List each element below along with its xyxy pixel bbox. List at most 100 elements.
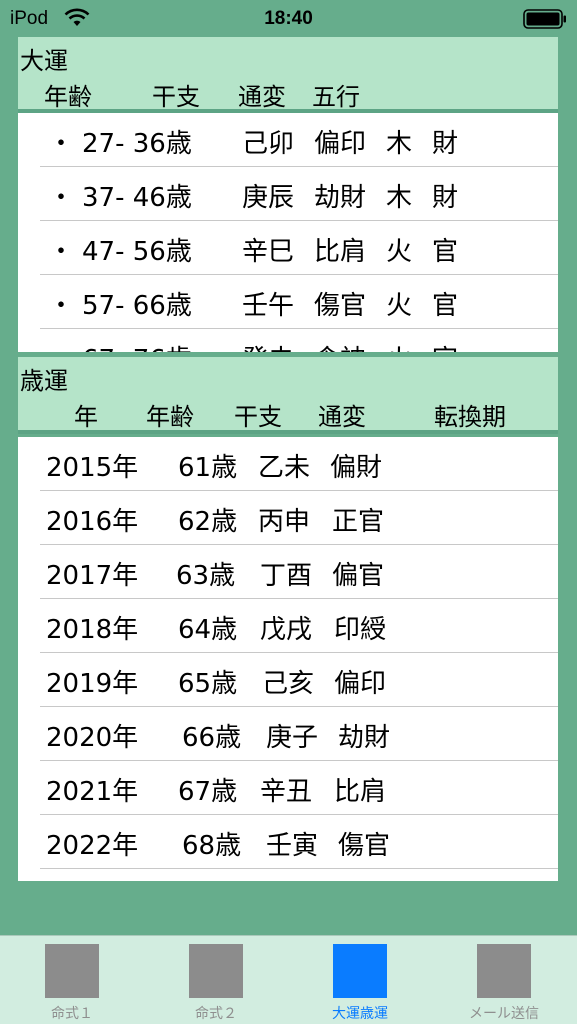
tab-taiun-saiun[interactable]: 大運歳運 — [288, 936, 432, 1024]
tab-label: メール送信 — [469, 1006, 539, 1022]
row-tsuhen: 正官 — [332, 507, 385, 537]
tab-mail-send[interactable]: メール送信 — [432, 936, 576, 1024]
row-tsuhen: 劫財 — [314, 183, 367, 213]
row-category: 官 — [432, 291, 459, 321]
row-tsuhen: 偏印 — [334, 669, 387, 699]
row-bullet: ・ — [48, 291, 75, 321]
tab-label: 命式１ — [51, 1006, 93, 1022]
row-year: 2016年 — [46, 507, 139, 537]
row-kanshi: 壬午 — [242, 291, 295, 321]
saiun-row[interactable]: 2019年 65歳 己亥 偏印 — [18, 653, 558, 707]
taiun-row[interactable]: ・ 67- 76歳 癸未 食神 火 官 — [18, 329, 558, 352]
row-tsuhen: 比肩 — [314, 237, 367, 267]
saiun-col-age: 年齢 — [146, 403, 194, 431]
taiun-row[interactable]: ・ 57- 66歳 壬午 傷官 火 官 — [18, 275, 558, 329]
row-gogyo: 木 — [386, 129, 413, 159]
row-kanshi: 庚子 — [266, 723, 319, 753]
row-tsuhen: 劫財 — [338, 723, 391, 753]
saiun-row[interactable]: 2015年 61歳 乙未 偏財 — [18, 437, 558, 491]
row-year: 2021年 — [46, 777, 139, 807]
row-gogyo: 火 — [386, 291, 413, 321]
taiun-list[interactable]: ・ 27- 36歳 己卯 偏印 木 財 ・ 37- 46歳 庚辰 劫財 木 財 … — [18, 113, 558, 352]
row-kanshi: 丙申 — [258, 507, 311, 537]
row-gogyo: 火 — [386, 237, 413, 267]
row-age: 67- 76歳 — [82, 339, 192, 352]
tab-bar: 命式１ 命式２ 大運歳運 メール送信 — [0, 935, 577, 1024]
status-bar: iPod 18:40 — [0, 0, 577, 36]
saiun-row[interactable]: 2016年 62歳 丙申 正官 — [18, 491, 558, 545]
taiun-col-gogyo: 五行 — [312, 83, 360, 111]
saiun-col-turning-point: 転換期 — [434, 403, 506, 431]
row-bullet: ・ — [48, 129, 75, 159]
row-age: 67歳 — [178, 777, 238, 807]
row-tsuhen: 傷官 — [314, 291, 367, 321]
saiun-list[interactable]: 2015年 61歳 乙未 偏財 2016年 62歳 丙申 正官 2017年 63… — [18, 437, 558, 881]
row-category: 財 — [432, 183, 459, 213]
saiun-col-kanshi: 干支 — [234, 403, 282, 431]
row-gogyo: 木 — [386, 183, 413, 213]
row-year: 2020年 — [46, 723, 139, 753]
row-year: 2022年 — [46, 831, 139, 861]
row-kanshi: 癸未 — [242, 339, 294, 352]
row-year: 2019年 — [46, 669, 139, 699]
row-year: 2015年 — [46, 453, 139, 483]
saiun-col-tsuhen: 通変 — [318, 403, 366, 431]
row-kanshi: 乙未 — [258, 453, 311, 483]
row-age: 66歳 — [182, 723, 242, 753]
row-bullet: ・ — [48, 237, 75, 267]
row-tsuhen: 傷官 — [338, 831, 391, 861]
tab-meishiki-2[interactable]: 命式２ — [144, 936, 288, 1024]
taiun-row[interactable]: ・ 47- 56歳 辛巳 比肩 火 官 — [18, 221, 558, 275]
row-age: 62歳 — [178, 507, 238, 537]
row-bullet: ・ — [48, 183, 75, 213]
row-tsuhen: 偏官 — [332, 561, 385, 591]
row-age: 63歳 — [176, 561, 236, 591]
row-tsuhen: 比肩 — [334, 777, 387, 807]
row-kanshi: 庚辰 — [242, 183, 295, 213]
saiun-header: 歳運 年 年齢 干支 通変 転換期 — [18, 357, 558, 434]
mail-send-tab-icon — [477, 944, 531, 998]
taiun-row[interactable]: ・ 27- 36歳 己卯 偏印 木 財 — [18, 113, 558, 167]
row-age: 65歳 — [178, 669, 238, 699]
row-tsuhen: 偏財 — [330, 453, 383, 483]
row-year: 2017年 — [46, 561, 139, 591]
row-year: 2018年 — [46, 615, 139, 645]
row-kanshi: 壬寅 — [266, 831, 319, 861]
row-category: 官 — [432, 237, 459, 267]
taiun-title: 大運 — [20, 47, 68, 75]
row-category: 財 — [432, 129, 459, 159]
row-kanshi: 丁酉 — [260, 561, 313, 591]
row-bullet: ・ — [48, 339, 74, 352]
row-age: 47- 56歳 — [82, 237, 192, 267]
row-kanshi: 辛巳 — [242, 237, 295, 267]
saiun-row[interactable]: 2021年 67歳 辛丑 比肩 — [18, 761, 558, 815]
tab-meishiki-1[interactable]: 命式１ — [0, 936, 144, 1024]
saiun-title: 歳運 — [20, 367, 68, 395]
saiun-row[interactable]: 2018年 64歳 戊戌 印綬 — [18, 599, 558, 653]
saiun-row[interactable]: 2017年 63歳 丁酉 偏官 — [18, 545, 558, 599]
row-tsuhen: 食神 — [314, 339, 366, 352]
row-tsuhen: 印綬 — [334, 615, 387, 645]
row-age: 27- 36歳 — [82, 129, 192, 159]
row-divider — [40, 868, 558, 869]
taiun-col-kanshi: 干支 — [152, 83, 200, 111]
taiun-col-age: 年齢 — [44, 83, 92, 111]
taiun-header: 大運 年齢 干支 通変 五行 — [18, 37, 558, 113]
saiun-row[interactable]: 2020年 66歳 庚子 劫財 — [18, 707, 558, 761]
row-kanshi: 辛丑 — [260, 777, 313, 807]
taiun-saiun-tab-icon — [333, 944, 387, 998]
row-age: 68歳 — [182, 831, 242, 861]
saiun-row[interactable]: 2022年 68歳 壬寅 傷官 — [18, 815, 558, 869]
taiun-col-tsuhen: 通変 — [238, 83, 286, 111]
meishiki-1-tab-icon — [45, 944, 99, 998]
clock: 18:40 — [264, 8, 313, 29]
row-kanshi: 戊戌 — [260, 615, 313, 645]
row-category: 官 — [432, 339, 458, 352]
row-age: 37- 46歳 — [82, 183, 192, 213]
row-kanshi: 己亥 — [262, 669, 315, 699]
taiun-row[interactable]: ・ 37- 46歳 庚辰 劫財 木 財 — [18, 167, 558, 221]
battery-icon — [523, 9, 566, 29]
row-age: 57- 66歳 — [82, 291, 192, 321]
row-age: 61歳 — [178, 453, 238, 483]
tab-label: 大運歳運 — [332, 1006, 388, 1022]
